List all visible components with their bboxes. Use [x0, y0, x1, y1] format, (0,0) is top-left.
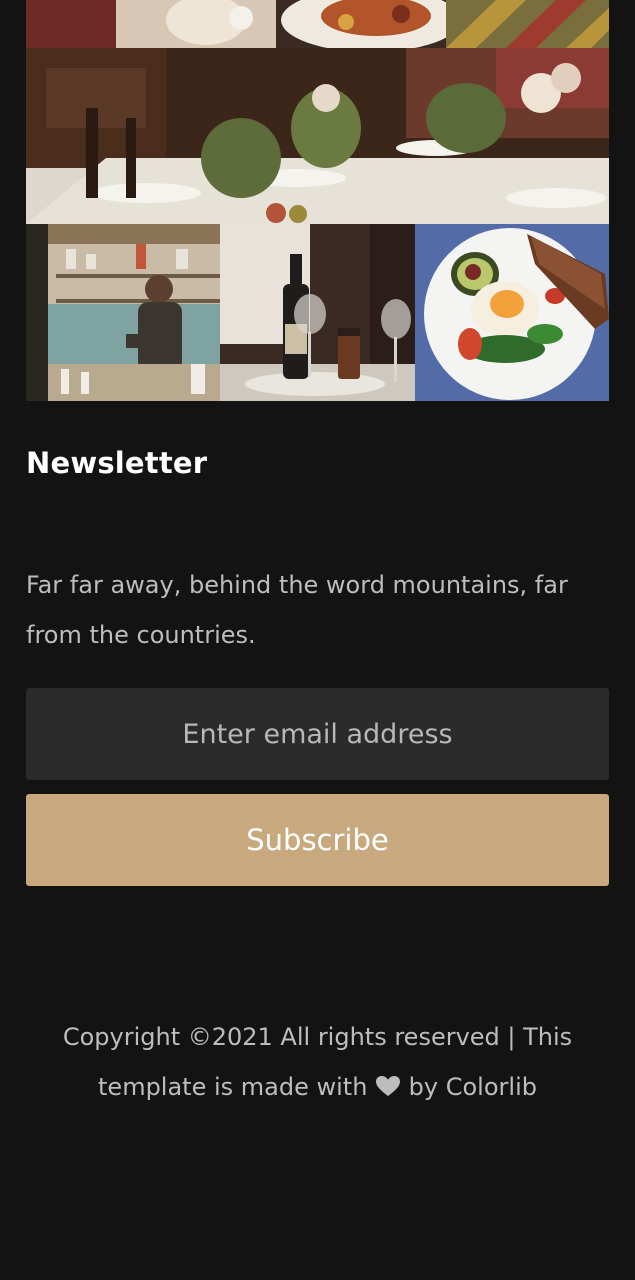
instagram-gallery — [26, 0, 609, 401]
gallery-image-barista[interactable] — [26, 224, 220, 401]
subscribe-button[interactable]: Subscribe — [26, 794, 609, 886]
page: Newsletter Far far away, behind the word… — [0, 0, 635, 1280]
gallery-image-food-platter[interactable] — [26, 0, 609, 48]
colorlib-link[interactable]: by Colorlib — [401, 1073, 537, 1101]
email-input[interactable] — [26, 688, 609, 780]
gallery-image-dining-table[interactable] — [26, 48, 609, 224]
gallery-image-wine-bottle[interactable] — [220, 224, 415, 401]
footer-copyright: Copyright ©2021 All rights reserved | Th… — [26, 1012, 609, 1112]
newsletter-title: Newsletter — [26, 446, 208, 480]
gallery-image-avocado-egg-plate[interactable] — [415, 224, 609, 401]
newsletter-description: Far far away, behind the word mountains,… — [26, 571, 568, 649]
heart-icon — [376, 1076, 401, 1096]
